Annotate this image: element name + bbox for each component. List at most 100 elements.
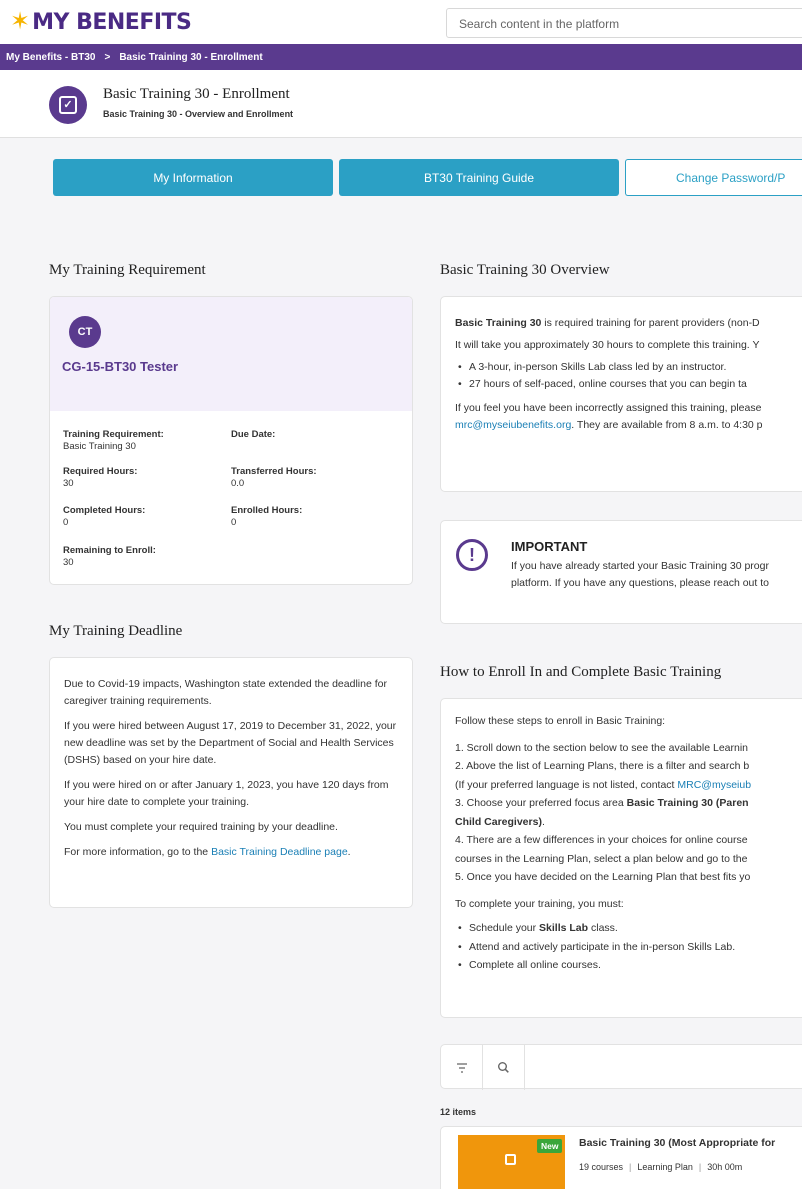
enroll-step3b-rest: . xyxy=(541,815,545,828)
field-label: Remaining to Enroll: xyxy=(63,545,156,556)
important-line1: If you have already started your Basic T… xyxy=(511,560,769,572)
enroll-step3b: Child Caregivers). xyxy=(455,813,795,832)
overview-bullets: A 3-hour, in-person Skills Lab class led… xyxy=(455,359,795,393)
item-count: 12 items xyxy=(440,1107,477,1117)
page-subtitle: Basic Training 30 - Overview and Enrollm… xyxy=(103,109,294,119)
overview-bullet: 27 hours of self-paced, online courses t… xyxy=(455,376,795,393)
complete-intro: To complete your training, you must: xyxy=(455,897,624,910)
deadline-p5: For more information, go to the Basic Tr… xyxy=(64,844,400,861)
search-input[interactable]: Search content in the platform xyxy=(446,8,802,38)
enroll-text: Follow these steps to enroll in Basic Tr… xyxy=(455,712,795,975)
logo-text: MY BENEFITS xyxy=(32,9,192,35)
field-label: Transferred Hours: xyxy=(231,466,317,477)
enrolled-hours-field: Enrolled Hours: 0 xyxy=(231,505,302,529)
deadline-p5-suffix: . xyxy=(347,846,351,858)
deadline-page-link[interactable]: Basic Training Deadline page xyxy=(211,846,348,858)
training-guide-button[interactable]: BT30 Training Guide xyxy=(339,159,619,196)
enroll-step3-bold: Basic Training 30 (Paren xyxy=(626,797,749,809)
completed-hours-field: Completed Hours: 0 xyxy=(63,505,145,529)
requirement-card-header xyxy=(50,297,412,411)
required-hours-field: Required Hours: 30 xyxy=(63,466,137,490)
important-text: If you have already started your Basic T… xyxy=(511,558,801,592)
star-icon: ✶ xyxy=(10,8,31,35)
field-value: 0 xyxy=(63,517,69,528)
enroll-step3b-bold: Child Caregivers) xyxy=(455,815,542,828)
overview-text: Basic Training 30 is required training f… xyxy=(455,315,795,434)
breadcrumb: My Benefits - BT30 > Basic Training 30 -… xyxy=(0,44,802,70)
overview-p2: It will take you approximately 30 hours … xyxy=(455,339,760,351)
complete-list: Schedule your Skills Lab class. Attend a… xyxy=(455,919,795,975)
user-name: CG-15-BT30 Tester xyxy=(62,359,179,374)
complete-item-bold: Skills Lab xyxy=(539,922,589,934)
mrc-email-link[interactable]: mrc@myseiubenefits.org xyxy=(455,419,571,431)
breadcrumb-separator: > xyxy=(104,51,111,63)
deadline-p4: You must complete your required training… xyxy=(64,821,338,833)
deadline-p3: If you were hired on or after January 1,… xyxy=(64,779,389,808)
overview-p1-rest: is required training for parent provider… xyxy=(541,317,760,329)
field-value: 30 xyxy=(63,557,74,568)
enroll-step2b: (If your preferred language is not liste… xyxy=(455,776,795,795)
change-password-button[interactable]: Change Password/P xyxy=(625,159,802,196)
deadline-section-title: My Training Deadline xyxy=(49,623,183,639)
due-date-field: Due Date: xyxy=(231,429,275,441)
important-title: IMPORTANT xyxy=(511,539,588,554)
complete-item: Schedule your Skills Lab class. xyxy=(455,919,795,938)
complete-item-prefix: Schedule your xyxy=(469,922,540,934)
overview-section-title: Basic Training 30 Overview xyxy=(440,262,610,278)
deadline-p5-prefix: For more information, go to the xyxy=(64,846,212,858)
breadcrumb-current[interactable]: Basic Training 30 - Enrollment xyxy=(119,52,262,63)
important-line2: platform. If you have any questions, ple… xyxy=(511,577,769,589)
enroll-step3: 3. Choose your preferred focus area Basi… xyxy=(455,794,795,813)
complete-item-suffix: class. xyxy=(588,922,618,934)
requirement-section-title: My Training Requirement xyxy=(49,262,206,278)
complete-item: Attend and actively participate in the i… xyxy=(455,938,795,957)
logo[interactable]: ✶ MY BENEFITS xyxy=(10,8,192,36)
overview-p1: Basic Training 30 is required training f… xyxy=(455,315,795,332)
complete-item: Complete all online courses. xyxy=(455,956,795,975)
field-label: Due Date: xyxy=(231,429,276,440)
enroll-intro: Follow these steps to enroll in Basic Tr… xyxy=(455,715,666,727)
exclamation-icon: ! xyxy=(456,539,488,571)
avatar: CT xyxy=(69,316,101,348)
learning-plan-meta: 19 courses | Learning Plan | 30h 00m xyxy=(579,1162,742,1172)
deadline-p1: Due to Covid-19 impacts, Washington stat… xyxy=(64,678,387,707)
filter-icon[interactable] xyxy=(441,1045,483,1090)
new-badge: New xyxy=(537,1139,563,1153)
catalog-filter-bar xyxy=(440,1044,802,1090)
my-information-button[interactable]: My Information xyxy=(53,159,333,196)
deadline-text: Due to Covid-19 impacts, Washington stat… xyxy=(64,676,400,861)
training-requirement-field: Training Requirement: Basic Training 30 xyxy=(63,429,164,453)
deadline-p2: If you were hired between August 17, 201… xyxy=(64,720,397,766)
overview-p1-bold: Basic Training 30 xyxy=(455,317,542,329)
enroll-step5: 5. Once you have decided on the Learning… xyxy=(455,871,751,883)
overview-p3: If you feel you have been incorrectly as… xyxy=(455,402,762,414)
enroll-step2b-prefix: (If your preferred language is not liste… xyxy=(455,778,678,791)
item-duration: 30h 00m xyxy=(707,1162,743,1172)
enroll-section-title: How to Enroll In and Complete Basic Trai… xyxy=(440,664,722,680)
item-type: Learning Plan xyxy=(637,1162,693,1172)
overview-bullet: A 3-hour, in-person Skills Lab class led… xyxy=(455,359,795,376)
search-icon[interactable] xyxy=(483,1045,525,1090)
enroll-step3-prefix: 3. Choose your preferred focus area xyxy=(455,797,627,809)
enroll-step2: 2. Above the list of Learning Plans, the… xyxy=(455,760,750,772)
enroll-step1: 1. Scroll down to the section below to s… xyxy=(455,741,749,754)
field-value: 0.0 xyxy=(231,478,245,489)
remaining-to-enroll-field: Remaining to Enroll: 30 xyxy=(63,545,156,569)
field-label: Required Hours: xyxy=(63,466,138,477)
shield-check-icon: ✓ xyxy=(49,86,87,124)
field-label: Training Requirement: xyxy=(63,429,164,440)
learning-plan-title[interactable]: Basic Training 30 (Most Appropriate for xyxy=(579,1137,775,1149)
breadcrumb-root[interactable]: My Benefits - BT30 xyxy=(6,52,95,63)
field-label: Enrolled Hours: xyxy=(231,505,303,516)
learning-plan-icon xyxy=(505,1154,516,1165)
meta-divider: | xyxy=(698,1162,702,1172)
mrc-language-link[interactable]: MRC@myseiub xyxy=(677,779,751,791)
field-value: 0 xyxy=(231,517,237,528)
enroll-step4b: courses in the Learning Plan, select a p… xyxy=(455,852,748,865)
field-value: 30 xyxy=(63,478,74,489)
enroll-step4: 4. There are a few differences in your c… xyxy=(455,834,748,846)
course-count: 19 courses xyxy=(579,1162,624,1172)
field-label: Completed Hours: xyxy=(63,505,146,516)
page-header xyxy=(0,70,802,138)
transferred-hours-field: Transferred Hours: 0.0 xyxy=(231,466,317,490)
